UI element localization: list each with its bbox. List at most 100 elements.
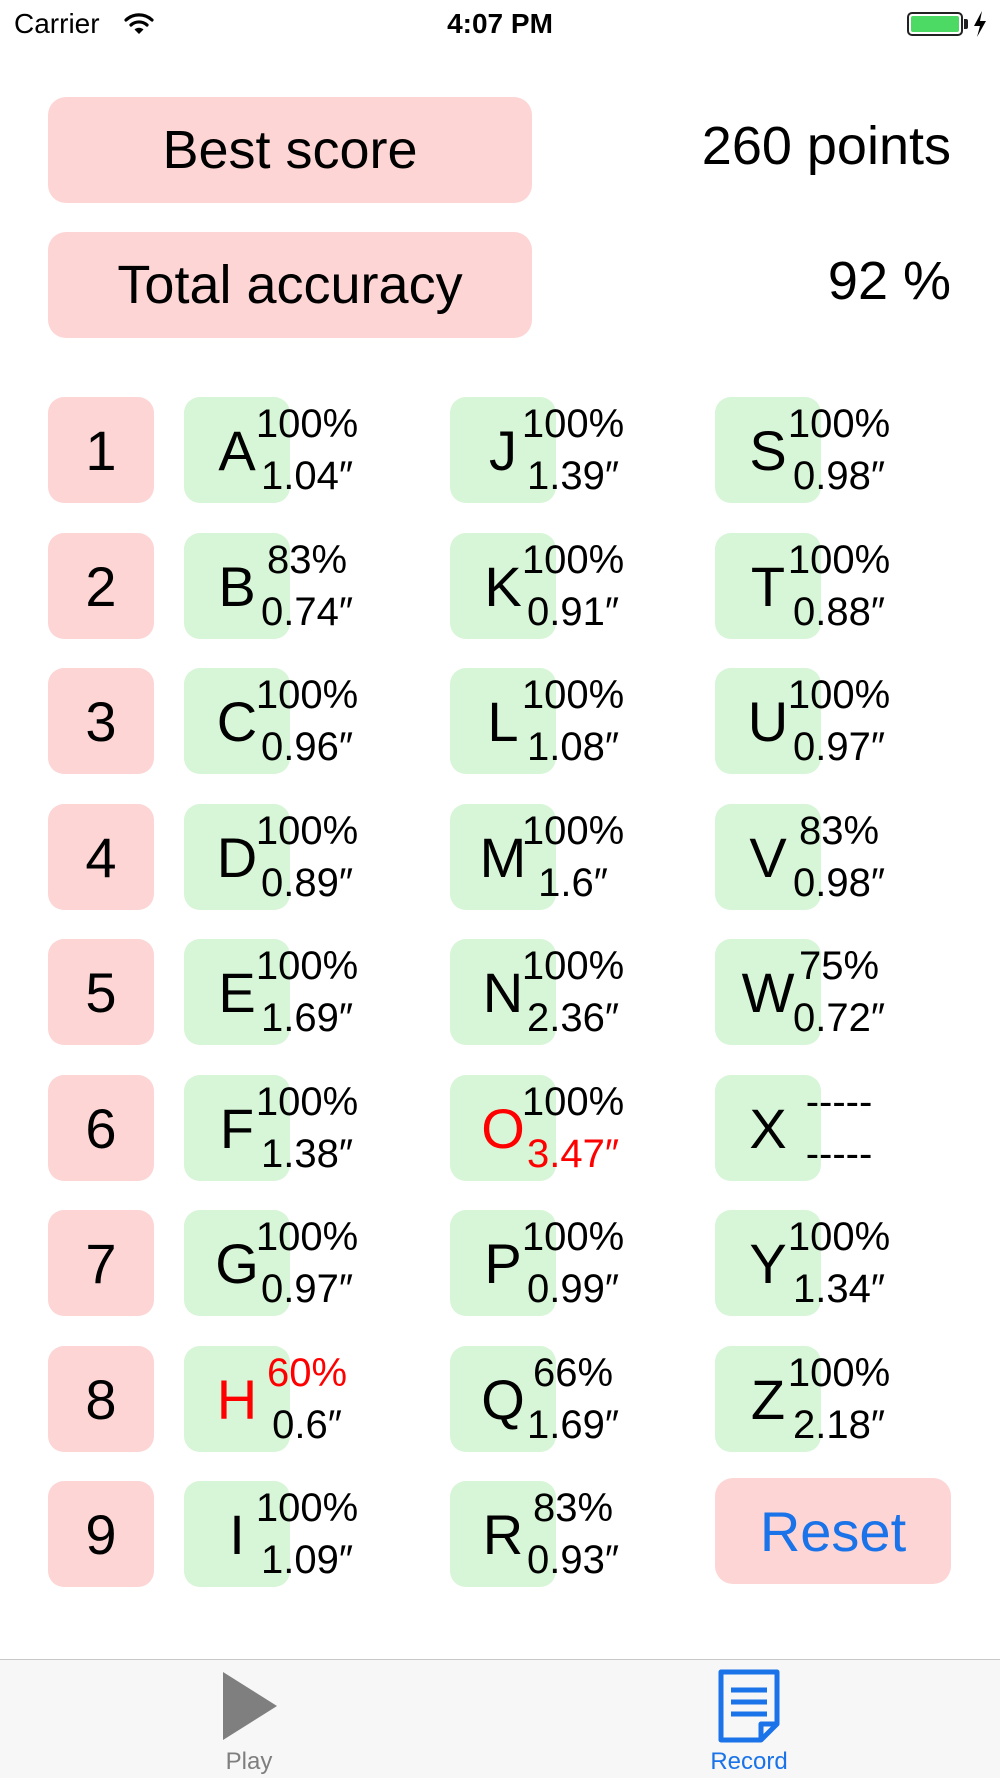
letter-stat-i: 100% 1.09″	[247, 1482, 367, 1586]
time-value: 0.98″	[792, 861, 885, 905]
time-value: 2.18″	[792, 1403, 885, 1447]
letter-stat-b: 83% 0.74″	[247, 534, 367, 638]
status-bar: Carrier 4:07 PM	[0, 0, 1000, 50]
time-value: 1.39″	[526, 454, 619, 498]
letter-stat-g: 100% 0.97″	[247, 1211, 367, 1315]
letter-stat-o: 100% 3.47″	[513, 1076, 633, 1180]
time-value: 0.74″	[260, 590, 353, 634]
letter-stat-v: 83% 0.98″	[779, 805, 899, 909]
accuracy-value: 100%	[255, 673, 359, 717]
letter-stat-y: 100% 1.34″	[779, 1211, 899, 1315]
letter-stat-u: 100% 0.97″	[779, 669, 899, 773]
accuracy-value: 100%	[787, 1215, 891, 1259]
time-value: 2.36″	[526, 996, 619, 1040]
number-button-3[interactable]: 3	[48, 668, 154, 774]
accuracy-value: 100%	[521, 402, 625, 446]
time-value: 1.69″	[260, 996, 353, 1040]
play-icon	[223, 1672, 277, 1740]
accuracy-value: 100%	[255, 1486, 359, 1530]
status-time: 4:07 PM	[447, 8, 553, 39]
letter-stat-q: 66% 1.69″	[513, 1347, 633, 1451]
total-accuracy-button[interactable]: Total accuracy	[48, 232, 532, 338]
tab-play-label: Play	[225, 1748, 273, 1775]
best-score-label: Best score	[162, 120, 418, 180]
number-button-4[interactable]: 4	[48, 804, 154, 910]
time-value: 1.38″	[260, 1132, 353, 1176]
letter-stat-l: 100% 1.08″	[513, 669, 633, 773]
letter-stat-d: 100% 0.89″	[247, 805, 367, 909]
number-button-8[interactable]: 8	[48, 1346, 154, 1452]
accuracy-value: -----	[805, 1080, 873, 1124]
letter-stat-w: 75% 0.72″	[779, 940, 899, 1044]
number-button-5[interactable]: 5	[48, 939, 154, 1045]
letter-stat-a: 100% 1.04″	[247, 398, 367, 502]
tab-record-label: Record	[710, 1748, 788, 1775]
time-value: 0.6″	[272, 1403, 342, 1447]
accuracy-value: 100%	[255, 944, 359, 988]
accuracy-value: 100%	[521, 538, 625, 582]
letter-stat-j: 100% 1.39″	[513, 398, 633, 502]
accuracy-value: 100%	[255, 402, 359, 446]
time-value: 0.88″	[792, 590, 885, 634]
number-button-9[interactable]: 9	[48, 1481, 154, 1587]
letter-stat-h: 60% 0.6″	[247, 1347, 367, 1451]
letter-stat-x: ----- -----	[779, 1076, 899, 1180]
time-value: 0.89″	[260, 861, 353, 905]
document-icon	[718, 1669, 780, 1743]
total-accuracy-value: 92 %	[827, 251, 951, 311]
reset-button[interactable]: Reset	[715, 1478, 951, 1584]
time-value: 0.99″	[526, 1267, 619, 1311]
time-value: 0.72″	[792, 996, 885, 1040]
letter-stat-s: 100% 0.98″	[779, 398, 899, 502]
time-value: 1.09″	[260, 1538, 353, 1582]
best-score-button[interactable]: Best score	[48, 97, 532, 203]
accuracy-value: 100%	[787, 673, 891, 717]
number-button-1[interactable]: 1	[48, 397, 154, 503]
time-value: 1.6″	[538, 861, 608, 905]
accuracy-value: 83%	[532, 1486, 614, 1530]
battery-tip	[964, 19, 968, 29]
letter-stat-f: 100% 1.38″	[247, 1076, 367, 1180]
time-value: 1.08″	[526, 725, 619, 769]
total-accuracy-label: Total accuracy	[117, 255, 463, 315]
accuracy-value: 60%	[266, 1351, 348, 1395]
letter-stat-k: 100% 0.91″	[513, 534, 633, 638]
time-value: 0.98″	[792, 454, 885, 498]
accuracy-value: 100%	[521, 673, 625, 717]
time-value: 0.97″	[792, 725, 885, 769]
number-button-6[interactable]: 6	[48, 1075, 154, 1181]
accuracy-value: 100%	[521, 1215, 625, 1259]
tab-bar: Play Record	[0, 1659, 1000, 1778]
time-value: 0.93″	[526, 1538, 619, 1582]
letter-stat-p: 100% 0.99″	[513, 1211, 633, 1315]
accuracy-value: 75%	[798, 944, 880, 988]
accuracy-value: 100%	[521, 944, 625, 988]
accuracy-value: 100%	[521, 809, 625, 853]
accuracy-value: 66%	[532, 1351, 614, 1395]
letter-stat-z: 100% 2.18″	[779, 1347, 899, 1451]
accuracy-value: 100%	[521, 1080, 625, 1124]
time-value: 0.91″	[526, 590, 619, 634]
accuracy-value: 100%	[255, 1215, 359, 1259]
accuracy-value: 100%	[787, 1351, 891, 1395]
number-button-7[interactable]: 7	[48, 1210, 154, 1316]
accuracy-value: 100%	[255, 809, 359, 853]
battery-icon	[907, 12, 963, 36]
number-button-2[interactable]: 2	[48, 533, 154, 639]
accuracy-value: 83%	[266, 538, 348, 582]
time-value: 0.97″	[260, 1267, 353, 1311]
letter-stat-m: 100% 1.6″	[513, 805, 633, 909]
time-value: 3.47″	[526, 1132, 619, 1176]
tab-play[interactable]: Play	[149, 1660, 349, 1778]
letter-stat-r: 83% 0.93″	[513, 1482, 633, 1586]
letter-stat-n: 100% 2.36″	[513, 940, 633, 1044]
accuracy-value: 100%	[787, 538, 891, 582]
tab-record[interactable]: Record	[649, 1660, 849, 1778]
accuracy-value: 100%	[787, 402, 891, 446]
accuracy-value: 83%	[798, 809, 880, 853]
letter-stat-e: 100% 1.69″	[247, 940, 367, 1044]
best-score-value: 260 points	[701, 116, 951, 176]
time-value: 0.96″	[260, 725, 353, 769]
time-value: 1.34″	[792, 1267, 885, 1311]
accuracy-value: 100%	[255, 1080, 359, 1124]
